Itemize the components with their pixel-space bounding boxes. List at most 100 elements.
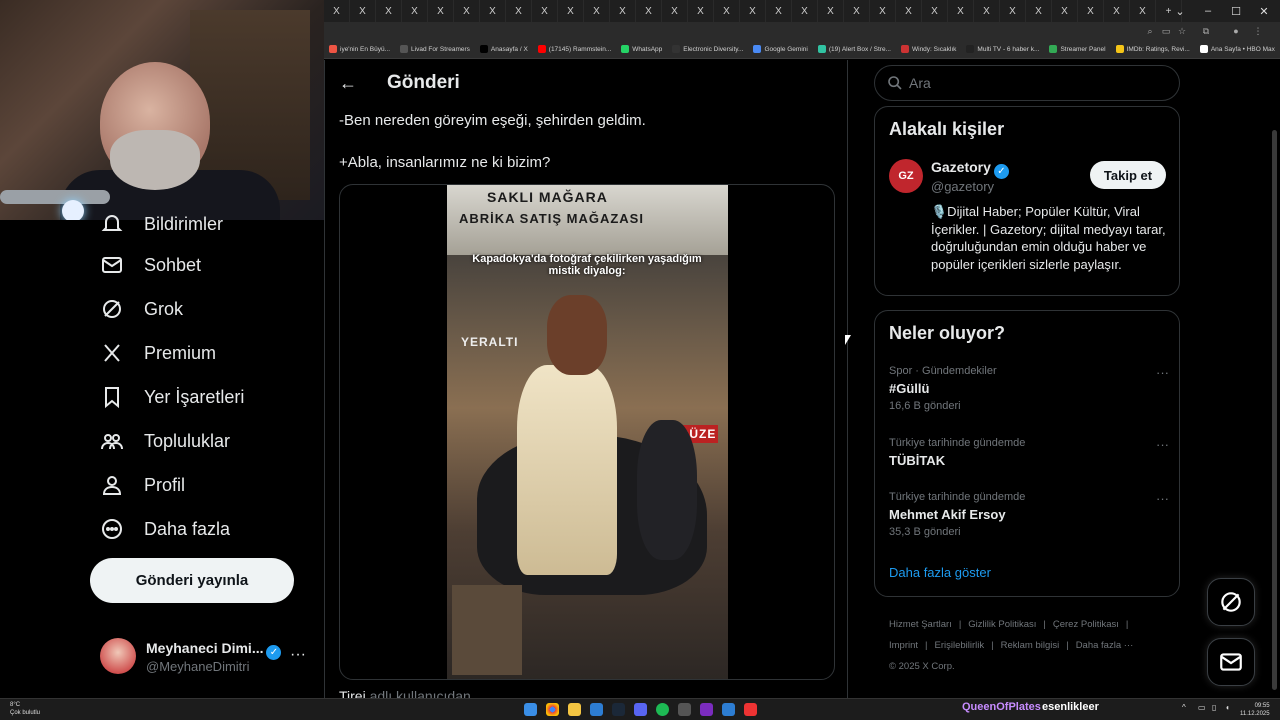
- extensions-icon[interactable]: ⧉: [1200, 25, 1212, 37]
- bookmark-item[interactable]: Google Gemini: [748, 45, 812, 53]
- trend-item[interactable]: Spor · Gündemdekiler #Güllü 16,6 B gönde…: [889, 365, 1169, 412]
- battery-icon[interactable]: ▯: [1212, 703, 1216, 712]
- spotify-icon[interactable]: [656, 703, 669, 716]
- avatar[interactable]: GZ: [889, 159, 923, 193]
- tray-caret-icon[interactable]: ^: [1182, 703, 1186, 712]
- browser-tab[interactable]: X: [844, 0, 870, 22]
- browser-tab[interactable]: X: [1026, 0, 1052, 22]
- messages-button[interactable]: [1207, 638, 1255, 686]
- volume-icon[interactable]: ◖: [1225, 703, 1230, 712]
- bookmark-item[interactable]: (19) Alert Box / Stre...: [813, 45, 896, 53]
- trend-item[interactable]: Türkiye tarihinde gündemde TÜBİTAK ···: [889, 437, 1169, 468]
- bookmark-item[interactable]: Multi TV - 6 haber k...: [961, 45, 1044, 53]
- account-more-icon[interactable]: ···: [290, 646, 306, 664]
- browser-tab[interactable]: X: [1000, 0, 1026, 22]
- trend-more-icon[interactable]: ···: [1156, 365, 1169, 380]
- browser-tab[interactable]: X: [714, 0, 740, 22]
- app-icon[interactable]: [590, 703, 603, 716]
- cast-icon[interactable]: ▭: [1160, 25, 1172, 37]
- nav-item-profil[interactable]: Profil: [100, 473, 185, 497]
- browser-tab[interactable]: X: [636, 0, 662, 22]
- trend-more-icon[interactable]: ···: [1156, 491, 1169, 506]
- browser-tab[interactable]: X: [870, 0, 896, 22]
- browser-tab[interactable]: X: [792, 0, 818, 22]
- grok-button[interactable]: [1207, 578, 1255, 626]
- browser-tab[interactable]: X: [896, 0, 922, 22]
- bookmark-item[interactable]: Electronic Diversity...: [667, 45, 748, 53]
- bookmark-item[interactable]: IMDb: Ratings, Revi...: [1111, 45, 1195, 53]
- nav-item-grok[interactable]: Grok: [100, 297, 183, 321]
- browser-tab[interactable]: X: [662, 0, 688, 22]
- footer-link[interactable]: Gizlilik Politikası: [968, 619, 1036, 630]
- windows-start-icon[interactable]: [524, 703, 537, 716]
- app-icon[interactable]: [722, 703, 735, 716]
- footer-link[interactable]: Çerez Politikası: [1053, 619, 1119, 630]
- browser-tab[interactable]: X: [480, 0, 506, 22]
- account-switcher[interactable]: Meyhaneci Dimi... ✓ @MeyhaneDimitri ···: [100, 634, 310, 684]
- search-box[interactable]: [874, 65, 1180, 101]
- profile-icon[interactable]: ●: [1230, 25, 1242, 37]
- menu-icon[interactable]: ⋮: [1252, 25, 1264, 37]
- footer-link[interactable]: Daha fazla ···: [1076, 640, 1134, 651]
- browser-tab[interactable]: X: [974, 0, 1000, 22]
- nav-item-topluluklar[interactable]: Topluluklar: [100, 429, 230, 453]
- zoom-icon[interactable]: ⌕: [1144, 25, 1156, 37]
- search-input[interactable]: [909, 73, 1159, 93]
- browser-tab[interactable]: X: [610, 0, 636, 22]
- related-name[interactable]: Gazetory: [931, 159, 991, 175]
- app-icon[interactable]: [700, 703, 713, 716]
- post-button[interactable]: Gönderi yayınla: [90, 558, 294, 603]
- browser-tab[interactable]: X: [350, 0, 376, 22]
- nav-item-premium[interactable]: Premium: [100, 341, 216, 365]
- browser-tab[interactable]: X: [532, 0, 558, 22]
- browser-tab[interactable]: X: [428, 0, 454, 22]
- steam-icon[interactable]: [612, 703, 625, 716]
- browser-tab[interactable]: X: [818, 0, 844, 22]
- browser-tab[interactable]: X: [948, 0, 974, 22]
- app-icon[interactable]: [678, 703, 691, 716]
- browser-tab[interactable]: X: [766, 0, 792, 22]
- show-more-link[interactable]: Daha fazla göster: [889, 565, 991, 580]
- browser-tab[interactable]: X: [688, 0, 714, 22]
- browser-tab[interactable]: X: [558, 0, 584, 22]
- trend-more-icon[interactable]: ···: [1156, 437, 1169, 452]
- post-media[interactable]: SAKLI MAĞARA ABRİKA SATIŞ MAĞAZASI Kapad…: [339, 184, 835, 680]
- browser-tab[interactable]: X: [506, 0, 532, 22]
- discord-icon[interactable]: [634, 703, 647, 716]
- browser-tab[interactable]: X: [402, 0, 428, 22]
- nav-item-yer-i̇şaretleri[interactable]: Yer İşaretleri: [100, 385, 244, 409]
- star-icon[interactable]: ☆: [1176, 25, 1188, 37]
- follow-button[interactable]: Takip et: [1090, 161, 1166, 189]
- bookmark-item[interactable]: (17145) Rammstein...: [533, 45, 617, 53]
- footer-link[interactable]: Hizmet Şartları: [889, 619, 952, 630]
- nav-item-sohbet[interactable]: Sohbet: [100, 253, 201, 277]
- file-explorer-icon[interactable]: [568, 703, 581, 716]
- nav-item-daha-fazla[interactable]: Daha fazla: [100, 517, 230, 541]
- bookmark-item[interactable]: Livad For Streamers: [395, 45, 475, 53]
- maximize-icon[interactable]: ☐: [1222, 0, 1250, 22]
- bookmark-item[interactable]: Ana Sayfa • HBO Max: [1195, 45, 1280, 53]
- back-arrow-icon[interactable]: ←: [339, 73, 357, 94]
- video-player[interactable]: SAKLI MAĞARA ABRİKA SATIŞ MAĞAZASI Kapad…: [447, 185, 728, 679]
- footer-link[interactable]: © 2025 X Corp.: [889, 661, 955, 672]
- close-icon[interactable]: ✕: [1250, 0, 1278, 22]
- browser-tab[interactable]: X: [1104, 0, 1130, 22]
- footer-link[interactable]: Reklam bilgisi: [1001, 640, 1060, 651]
- chrome-icon[interactable]: [546, 703, 559, 716]
- browser-tab[interactable]: X: [1078, 0, 1104, 22]
- clock[interactable]: 09:55 11.12.2025: [1240, 702, 1270, 718]
- browser-tab[interactable]: X: [324, 0, 350, 22]
- browser-tab[interactable]: X: [584, 0, 610, 22]
- bookmark-item[interactable]: iye'nin En Büyü...: [324, 45, 395, 53]
- browser-tab[interactable]: X: [376, 0, 402, 22]
- browser-tab[interactable]: X: [740, 0, 766, 22]
- browser-tab[interactable]: X: [1052, 0, 1078, 22]
- tab-search-icon[interactable]: ⌄: [1166, 0, 1194, 22]
- weather-widget[interactable]: 8°C Çok bulutlu: [10, 701, 40, 717]
- browser-tab[interactable]: X: [1130, 0, 1156, 22]
- footer-link[interactable]: Imprint: [889, 640, 918, 651]
- nav-item-notifications[interactable]: Bildirimler: [100, 212, 223, 236]
- obs-icon[interactable]: [744, 703, 757, 716]
- browser-tab[interactable]: X: [922, 0, 948, 22]
- bookmark-item[interactable]: Windy: Sıcaklık: [896, 45, 961, 53]
